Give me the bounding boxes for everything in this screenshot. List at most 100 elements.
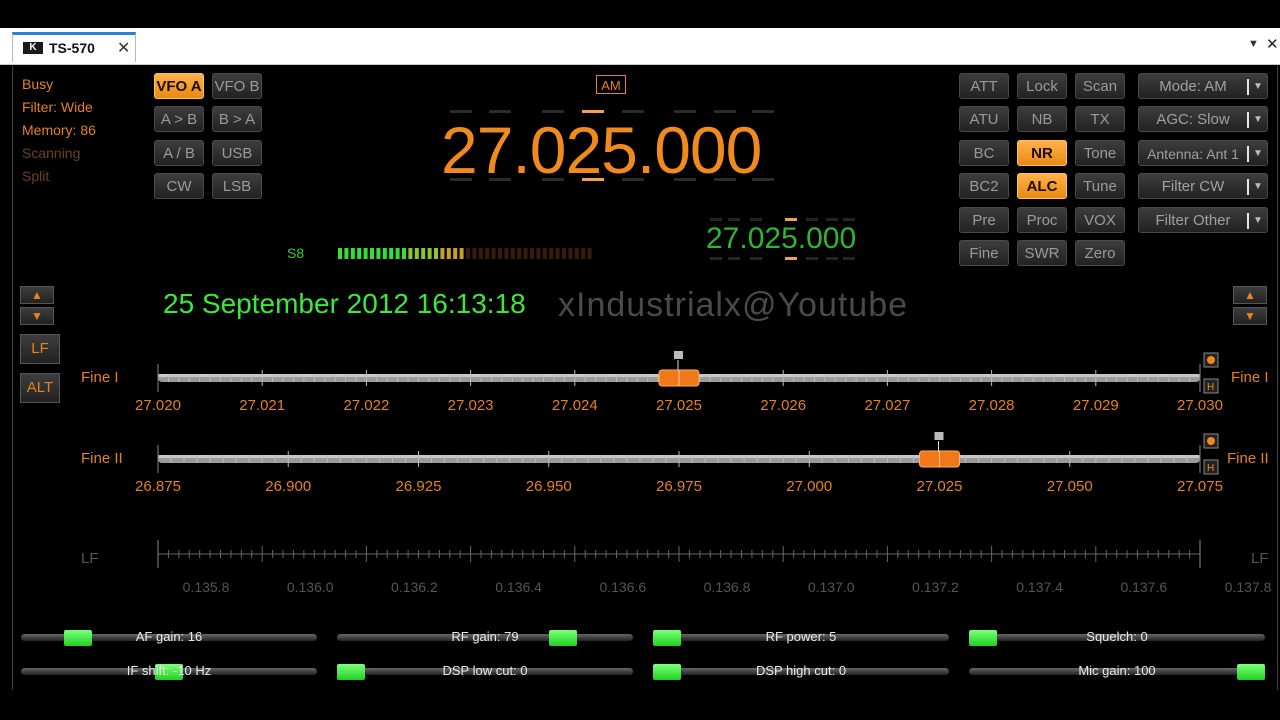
lsb-button[interactable]: LSB xyxy=(212,173,262,199)
scale-tick-label: 27.022 xyxy=(343,397,390,414)
scale-tick-label: 0.137.0 xyxy=(807,579,855,595)
scale-tick-label: 26.950 xyxy=(525,478,572,495)
s-meter-segment xyxy=(504,248,509,259)
main-frequency-display[interactable]: 27.025.000 xyxy=(441,112,762,188)
slider-if-shift[interactable]: IF shift: -10 Hz xyxy=(21,663,317,680)
usb-button[interactable]: USB xyxy=(212,140,262,166)
filter-cw-dropdown-label: Filter CW xyxy=(1161,178,1225,195)
fine1-tuning-scale[interactable]: H xyxy=(150,345,1230,395)
mode-dropdown-label: Mode: AM xyxy=(1159,78,1227,95)
filter-other-dropdown[interactable]: Filter Other ▼ xyxy=(1138,207,1268,233)
chevron-down-icon: ▼ xyxy=(1253,181,1263,192)
tab-ts570[interactable]: K TS-570 ✕ xyxy=(12,32,136,62)
sub-frequency-display[interactable]: 27.025.000 xyxy=(706,222,856,256)
lf-tuning-scale[interactable] xyxy=(150,534,1210,576)
proc-button[interactable]: Proc xyxy=(1017,207,1067,233)
scale-tick-label: 27.000 xyxy=(786,478,833,495)
window-close-icon[interactable]: ✕ xyxy=(1266,35,1279,53)
slider-label: Squelch: 0 xyxy=(1086,629,1148,644)
slider-mic-gain[interactable]: Mic gain: 100 xyxy=(969,663,1265,680)
cw-button[interactable]: CW xyxy=(154,173,204,199)
slider-dsp-low-cut[interactable]: DSP low cut: 0 xyxy=(337,663,633,680)
scroll-down-button-left[interactable]: ▼ xyxy=(20,307,54,325)
bc2-button[interactable]: BC2 xyxy=(959,173,1009,199)
fine2-tuning-scale[interactable]: H xyxy=(150,426,1230,476)
scroll-up-button-right[interactable]: ▲ xyxy=(1233,286,1267,304)
nb-button[interactable]: NB xyxy=(1017,106,1067,132)
agc-dropdown[interactable]: AGC: Slow ▼ xyxy=(1138,106,1268,132)
scan-button[interactable]: Scan xyxy=(1075,73,1125,99)
s-meter-segment xyxy=(510,248,515,259)
filter-other-dropdown-label: Filter Other xyxy=(1155,212,1231,229)
s-meter-segment xyxy=(389,248,394,259)
s-meter-segment xyxy=(491,248,496,259)
zero-button[interactable]: Zero xyxy=(1075,240,1125,266)
scale-tick-label: 0.137.6 xyxy=(1120,579,1168,595)
slider-label: DSP high cut: 0 xyxy=(755,663,847,678)
swr-button[interactable]: SWR xyxy=(1017,240,1067,266)
mode-badge: AM xyxy=(596,75,626,94)
s-meter-segment xyxy=(530,248,534,259)
slider-rf-power[interactable]: RF power: 5 xyxy=(653,629,949,646)
s-meter-segment xyxy=(587,248,592,259)
s-meter-segment xyxy=(376,248,381,259)
arrow-down-icon: ▼ xyxy=(1244,309,1256,323)
s-meter-segment xyxy=(466,248,470,259)
lf-button[interactable]: LF xyxy=(20,334,60,364)
s-meter-segment xyxy=(344,248,349,259)
s-meter-segment xyxy=(562,248,566,259)
scale-tick-label: 0.136.0 xyxy=(286,579,334,595)
tx-button[interactable]: TX xyxy=(1075,106,1125,132)
s-meter-segment xyxy=(357,248,362,259)
bc-button[interactable]: BC xyxy=(959,140,1009,166)
scale-tick-label: 27.026 xyxy=(760,397,807,414)
a-to-b-button[interactable]: A > B xyxy=(154,106,204,132)
scale-tick-label: 0.136.8 xyxy=(703,579,751,595)
filter-cw-dropdown[interactable]: Filter CW ▼ xyxy=(1138,173,1268,199)
slider-squelch[interactable]: Squelch: 0 xyxy=(969,629,1265,646)
vfo-a-button[interactable]: VFO A xyxy=(154,73,204,99)
scale-tick-label: 27.025 xyxy=(656,397,702,414)
antenna-dropdown[interactable]: Antenna: Ant 1 ▼ xyxy=(1138,140,1268,166)
status-split: Split xyxy=(22,168,50,184)
s-meter-segment xyxy=(574,248,579,259)
chevron-down-icon: ▼ xyxy=(1253,215,1263,226)
status-memory: Memory: 86 xyxy=(22,122,96,138)
watermark-text: xIndustrialx@Youtube xyxy=(558,286,909,324)
scroll-down-button-right[interactable]: ▼ xyxy=(1233,307,1267,325)
att-button[interactable]: ATT xyxy=(959,73,1009,99)
alc-button[interactable]: ALC xyxy=(1017,173,1067,199)
nr-button[interactable]: NR xyxy=(1017,140,1067,166)
slider-rf-gain[interactable]: RF gain: 79 xyxy=(337,629,633,646)
scale-tick-label: 27.024 xyxy=(551,397,598,414)
a-swap-b-button[interactable]: A / B xyxy=(154,140,204,166)
mode-dropdown[interactable]: Mode: AM ▼ xyxy=(1138,73,1268,99)
fine-button[interactable]: Fine xyxy=(959,240,1009,266)
tab-strip xyxy=(0,28,1280,65)
slider-af-gain[interactable]: AF gain: 16 xyxy=(21,629,317,646)
vfo-b-button[interactable]: VFO B xyxy=(212,73,262,99)
alt-button[interactable]: ALT xyxy=(20,373,60,403)
slider-label: DSP low cut: 0 xyxy=(442,663,528,678)
scale-tick-label: 0.136.2 xyxy=(391,579,438,595)
s-meter-segment xyxy=(446,248,451,259)
vox-button[interactable]: VOX xyxy=(1075,207,1125,233)
atu-button[interactable]: ATU xyxy=(959,106,1009,132)
tone-button[interactable]: Tone xyxy=(1075,140,1125,166)
scroll-up-button-left[interactable]: ▲ xyxy=(20,286,54,304)
arrow-down-icon: ▼ xyxy=(31,309,43,323)
pre-button[interactable]: Pre xyxy=(959,207,1009,233)
b-to-a-button[interactable]: B > A xyxy=(212,106,262,132)
lock-button[interactable]: Lock xyxy=(1017,73,1067,99)
scale-tick-label: 27.020 xyxy=(135,397,181,414)
slider-dsp-high-cut[interactable]: DSP high cut: 0 xyxy=(653,663,949,680)
s-meter-segment xyxy=(581,248,586,259)
s-meter-segment xyxy=(472,248,477,259)
window-menu-icon[interactable]: ▼ xyxy=(1248,38,1259,50)
tune-button[interactable]: Tune xyxy=(1075,173,1125,199)
slider-label: RF power: 5 xyxy=(765,629,837,644)
s-meter-segment xyxy=(414,248,419,259)
scale-tick-label: 0.136.6 xyxy=(599,579,647,595)
tab-close-icon[interactable]: ✕ xyxy=(117,38,130,58)
scale-pointer xyxy=(674,351,683,359)
